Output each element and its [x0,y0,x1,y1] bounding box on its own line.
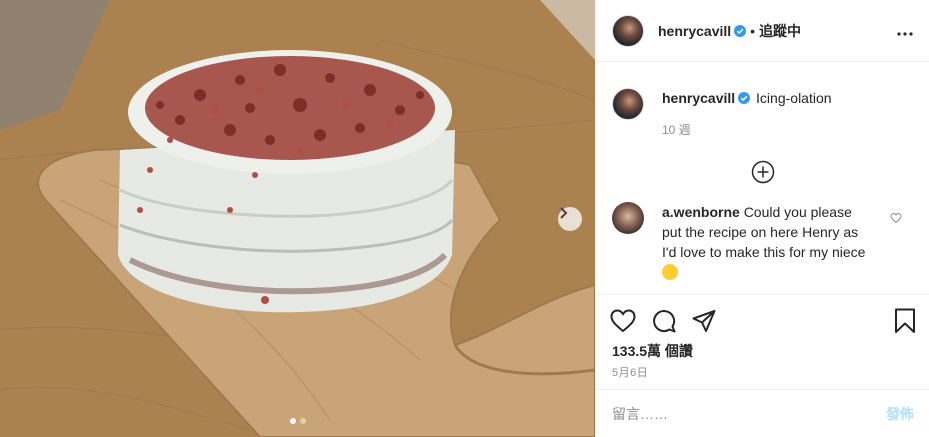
carousel-dot-2 [299,418,306,424]
caption-author-avatar[interactable] [612,88,644,120]
post-date[interactable]: 5月6日 [612,364,648,380]
cake-illustration [0,0,595,437]
verified-badge-icon [734,24,747,37]
verified-badge-icon [738,92,751,104]
comments-list[interactable]: henrycavill Icing-olation 10 週 a.wenborn… [596,62,929,292]
post-photo[interactable] [0,0,595,437]
paper-plane-icon [692,309,716,332]
more-horizontal-icon [897,32,913,36]
plus-circle-icon [751,160,775,184]
header-separator: • [750,22,756,39]
like-comment-heart-icon[interactable] [890,212,902,224]
post-caption: henrycavill Icing-olation 10 週 [612,88,914,140]
post-header: henrycavill • 追蹤中 [596,0,929,62]
comment-button[interactable] [652,309,676,333]
post-side-panel: henrycavill • 追蹤中 henrycavill Icing-olat… [595,0,929,437]
next-photo-button[interactable] [558,207,582,231]
more-options-button[interactable] [897,20,913,41]
bookmark-icon [895,308,915,333]
post-actions-bar [596,294,929,346]
caption-text: Icing-olation [756,90,832,106]
following-button[interactable]: 追蹤中 [759,21,801,41]
author-username[interactable]: henrycavill [658,23,731,39]
comment-input[interactable] [612,405,886,422]
share-button[interactable] [692,309,716,333]
like-button[interactable] [610,308,636,333]
likes-count[interactable]: 133.5萬 個讚 [612,341,693,361]
commenter-avatar[interactable] [612,202,644,234]
smiling-face-emoji-icon [662,264,678,280]
load-more-comments-button[interactable] [612,160,914,184]
caption-time[interactable]: 10 週 [662,120,832,140]
heart-icon [610,308,636,332]
comment-item: a.wenborne Could you please put the reci… [612,202,914,292]
save-button[interactable] [894,308,916,334]
carousel-dot-1 [289,418,296,424]
post-comment-button[interactable]: 發佈 [886,404,914,424]
carousel-indicator [0,418,595,424]
chevron-right-icon [560,207,568,219]
caption-username[interactable]: henrycavill [662,90,735,106]
comment-bubble-icon [653,309,676,332]
comment-composer: 發佈 [596,389,929,437]
author-avatar[interactable] [612,14,644,47]
commenter-username[interactable]: a.wenborne [662,204,740,220]
